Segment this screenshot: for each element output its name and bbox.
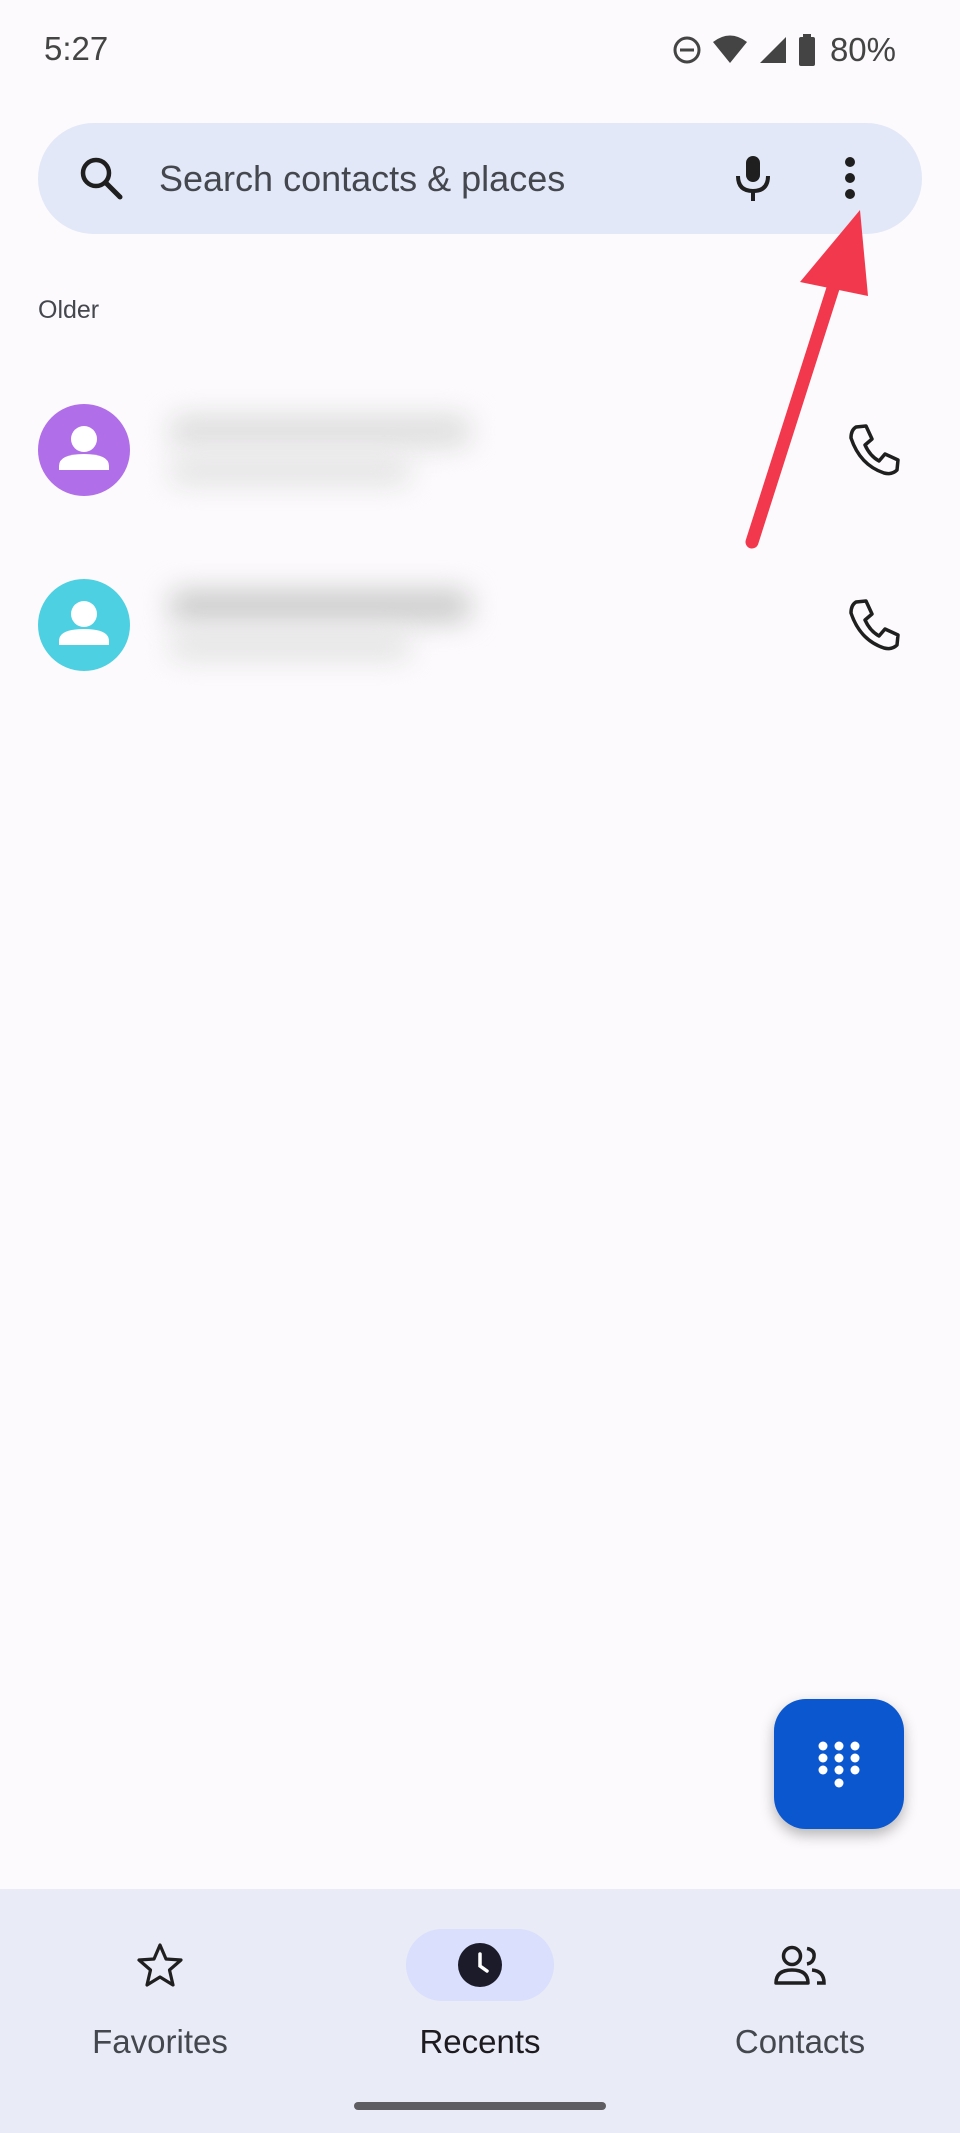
home-indicator[interactable] bbox=[354, 2102, 606, 2110]
battery-icon bbox=[798, 34, 815, 66]
nav-label: Recents bbox=[419, 2023, 541, 2060]
redacted-detail bbox=[170, 458, 410, 484]
nav-icon-container bbox=[86, 1929, 234, 2001]
people-icon bbox=[774, 1945, 826, 1985]
section-header-older: Older bbox=[38, 296, 100, 324]
nav-label: Contacts bbox=[734, 2023, 866, 2060]
redacted-detail bbox=[170, 633, 410, 659]
bottom-nav: Favorites Recents Contacts bbox=[0, 1889, 960, 2133]
redacted-name bbox=[170, 591, 470, 621]
nav-favorites[interactable]: Favorites bbox=[20, 1929, 300, 2060]
search-bar[interactable]: Search contacts & places bbox=[38, 123, 922, 234]
mic-icon[interactable] bbox=[730, 154, 776, 204]
status-icons: 80% bbox=[672, 30, 896, 70]
call-log-item[interactable] bbox=[0, 390, 960, 510]
phone-icon[interactable] bbox=[842, 593, 906, 657]
do-not-disturb-icon bbox=[673, 36, 701, 64]
avatar bbox=[38, 579, 130, 671]
dialpad-icon bbox=[818, 1741, 860, 1788]
star-icon bbox=[137, 1943, 183, 1987]
nav-icon-container bbox=[726, 1929, 874, 2001]
nav-label: Favorites bbox=[92, 2023, 228, 2060]
more-vert-icon[interactable] bbox=[838, 154, 862, 204]
nav-icon-container bbox=[406, 1929, 554, 2001]
status-time: 5:27 bbox=[44, 30, 109, 67]
wifi-icon bbox=[712, 35, 747, 63]
person-icon bbox=[59, 601, 109, 645]
search-icon[interactable] bbox=[78, 155, 124, 201]
nav-contacts[interactable]: Contacts bbox=[660, 1929, 940, 2060]
cellular-signal-icon bbox=[759, 37, 786, 63]
search-input[interactable]: Search contacts & places bbox=[159, 158, 565, 200]
call-log-item[interactable] bbox=[0, 565, 960, 685]
avatar bbox=[38, 404, 130, 496]
phone-icon[interactable] bbox=[842, 418, 906, 482]
person-icon bbox=[59, 426, 109, 470]
nav-recents[interactable]: Recents bbox=[340, 1929, 620, 2060]
redacted-name bbox=[170, 416, 470, 446]
clock-icon bbox=[458, 1943, 502, 1987]
status-bar: 5:27 80% bbox=[0, 0, 960, 104]
dialpad-button[interactable] bbox=[774, 1699, 904, 1829]
battery-percentage: 80% bbox=[829, 31, 896, 68]
